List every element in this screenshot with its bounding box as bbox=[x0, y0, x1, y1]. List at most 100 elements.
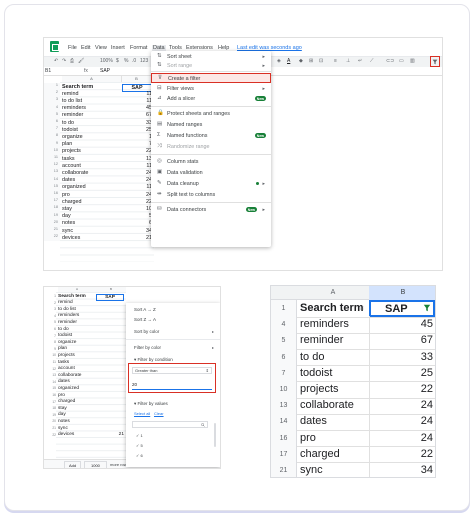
row-number[interactable]: 4 bbox=[44, 314, 56, 318]
cell-search-term[interactable]: organize bbox=[62, 134, 122, 140]
cell-sap-value[interactable]: 67 bbox=[122, 112, 152, 118]
column-header-a[interactable]: A bbox=[297, 289, 369, 296]
cell-search-term[interactable]: todoist bbox=[300, 367, 332, 379]
currency-button[interactable]: $ bbox=[116, 58, 119, 64]
row-number[interactable]: 10 bbox=[44, 147, 60, 155]
cell-sap-value[interactable]: 24 bbox=[122, 192, 152, 198]
row-number[interactable]: 7 bbox=[271, 364, 297, 382]
menu-split-text[interactable]: ⇹ Split text to columns bbox=[151, 190, 271, 200]
menu-create-filter[interactable]: ⊽ Create a filter bbox=[151, 73, 271, 83]
row-number[interactable]: 21 bbox=[44, 227, 60, 235]
row-number[interactable]: 10 bbox=[44, 353, 56, 357]
valign-icon[interactable]: ⊥ bbox=[346, 58, 350, 64]
cell-sap-value[interactable]: 24 bbox=[369, 399, 435, 411]
row-number[interactable]: 11 bbox=[44, 360, 56, 364]
row-number[interactable]: 20 bbox=[44, 419, 56, 423]
filter-color-option[interactable]: Filter by color bbox=[134, 345, 161, 350]
cell-search-term[interactable]: remind bbox=[58, 300, 73, 305]
cell-search-term[interactable]: devices bbox=[58, 432, 74, 437]
row-number[interactable]: 18 bbox=[44, 205, 60, 213]
cell-sap-value[interactable]: 34 bbox=[122, 228, 152, 234]
menu-data-connectors[interactable]: ⛁ Data connectors New ▸ bbox=[151, 205, 271, 215]
row-number[interactable]: 1 bbox=[44, 83, 60, 91]
row-number[interactable]: 14 bbox=[44, 176, 60, 184]
cell-sap-value[interactable]: 24 bbox=[122, 177, 152, 183]
cell-search-term[interactable]: remind bbox=[62, 91, 122, 97]
cell-sap-value[interactable]: 24 bbox=[369, 415, 435, 427]
row-number[interactable]: 14 bbox=[44, 380, 56, 384]
cell-search-term[interactable]: organized bbox=[62, 184, 122, 190]
cell-search-term[interactable]: to do list bbox=[62, 98, 122, 104]
link-icon[interactable]: ⊂⊃ bbox=[386, 58, 394, 64]
row-number[interactable]: 8 bbox=[44, 133, 60, 141]
zoom-select[interactable]: 100% bbox=[100, 58, 113, 64]
cell-sap-value[interactable]: 22 bbox=[122, 148, 152, 154]
cell-search-term[interactable]: sync bbox=[300, 464, 323, 476]
cell-sap-value[interactable]: 45 bbox=[122, 105, 152, 111]
cell-sap-value[interactable]: 13 bbox=[122, 156, 152, 162]
row-number[interactable]: 17 bbox=[44, 198, 60, 206]
condition-select[interactable]: Greater than ⇕ bbox=[132, 367, 212, 374]
menu-view[interactable]: View bbox=[95, 45, 107, 51]
row-number[interactable]: 7 bbox=[44, 126, 60, 134]
cell-search-term[interactable]: to do list bbox=[58, 307, 76, 312]
cell-search-term[interactable]: to do bbox=[62, 120, 122, 126]
row-number[interactable]: 16 bbox=[44, 191, 60, 199]
cell-sap-value[interactable]: 6 bbox=[122, 220, 152, 226]
cell-search-term[interactable]: day bbox=[62, 213, 122, 219]
cell-search-term[interactable]: dates bbox=[58, 379, 70, 384]
sort-az-option[interactable]: Sort A → Z bbox=[134, 307, 156, 312]
cell-sap-value[interactable]: 10 bbox=[122, 206, 152, 212]
cell-search-term[interactable]: account bbox=[62, 163, 122, 169]
cell-sap-value[interactable]: 33 bbox=[122, 120, 152, 126]
cell-search-term[interactable]: collaborate bbox=[62, 170, 122, 176]
cell-search-term[interactable]: todoist bbox=[58, 333, 72, 338]
cell-sap-value[interactable]: 67 bbox=[369, 334, 435, 346]
cell-search-term[interactable]: notes bbox=[58, 419, 70, 424]
row-number[interactable]: 18 bbox=[44, 406, 56, 410]
cell-sap-value[interactable]: 45 bbox=[369, 318, 435, 330]
row-number[interactable]: 6 bbox=[271, 348, 297, 366]
row-number[interactable]: 14 bbox=[271, 413, 297, 430]
row-number[interactable]: 6 bbox=[44, 327, 56, 331]
menu-format[interactable]: Format bbox=[130, 45, 147, 51]
menu-add-slicer[interactable]: ⊿ Add a slicer New bbox=[151, 94, 271, 104]
cell-search-term[interactable]: plan bbox=[58, 346, 67, 351]
cell-sap-value[interactable]: 21 bbox=[122, 235, 152, 241]
cell-search-term[interactable]: organize bbox=[58, 340, 76, 345]
value-checkbox[interactable]: ✓ 1 bbox=[136, 433, 143, 438]
header-cell-search-term[interactable]: Search term bbox=[62, 84, 122, 90]
print-icon[interactable]: ⎙ bbox=[70, 58, 74, 64]
row-number[interactable]: 13 bbox=[44, 169, 60, 177]
align-icon[interactable]: ≡ bbox=[334, 58, 337, 64]
cell-search-term[interactable]: pro bbox=[58, 393, 65, 398]
cell-search-term[interactable]: dates bbox=[300, 415, 327, 427]
row-number[interactable]: 16 bbox=[271, 429, 297, 447]
wrap-icon[interactable]: ↵ bbox=[358, 58, 362, 64]
undo-icon[interactable]: ↶ bbox=[54, 58, 58, 64]
sort-color-option[interactable]: Sort by color bbox=[134, 329, 159, 334]
cell-search-term[interactable]: day bbox=[58, 412, 66, 417]
cell-search-term[interactable]: charged bbox=[300, 448, 340, 460]
row-number[interactable]: 4 bbox=[44, 104, 60, 112]
cell-sap-value[interactable]: 11 bbox=[122, 163, 152, 169]
row-number[interactable]: 15 bbox=[44, 183, 60, 191]
cell-sap-value[interactable]: 11 bbox=[122, 91, 152, 97]
menu-file[interactable]: File bbox=[68, 45, 77, 51]
row-number[interactable]: 4 bbox=[271, 316, 297, 333]
value-checkbox[interactable]: ✓ 6 bbox=[136, 453, 143, 458]
percent-button[interactable]: % bbox=[124, 58, 128, 64]
cell-search-term[interactable]: collaborate bbox=[300, 399, 354, 411]
row-number[interactable]: 20 bbox=[44, 219, 60, 227]
row-number[interactable]: 11 bbox=[44, 155, 60, 163]
row-number[interactable]: 15 bbox=[44, 386, 56, 390]
row-number[interactable]: 5 bbox=[44, 111, 60, 119]
formula-input[interactable]: SAP bbox=[100, 68, 110, 74]
menu-column-stats[interactable]: ◎ Column stats bbox=[151, 157, 271, 167]
row-number[interactable]: 3 bbox=[44, 97, 60, 105]
menu-insert[interactable]: Insert bbox=[111, 45, 125, 51]
row-number[interactable]: 13 bbox=[44, 373, 56, 377]
scrollbar[interactable] bbox=[214, 423, 216, 447]
cell-search-term[interactable]: projects bbox=[62, 148, 122, 154]
menu-named-functions[interactable]: Σ Named functions New bbox=[151, 131, 271, 141]
